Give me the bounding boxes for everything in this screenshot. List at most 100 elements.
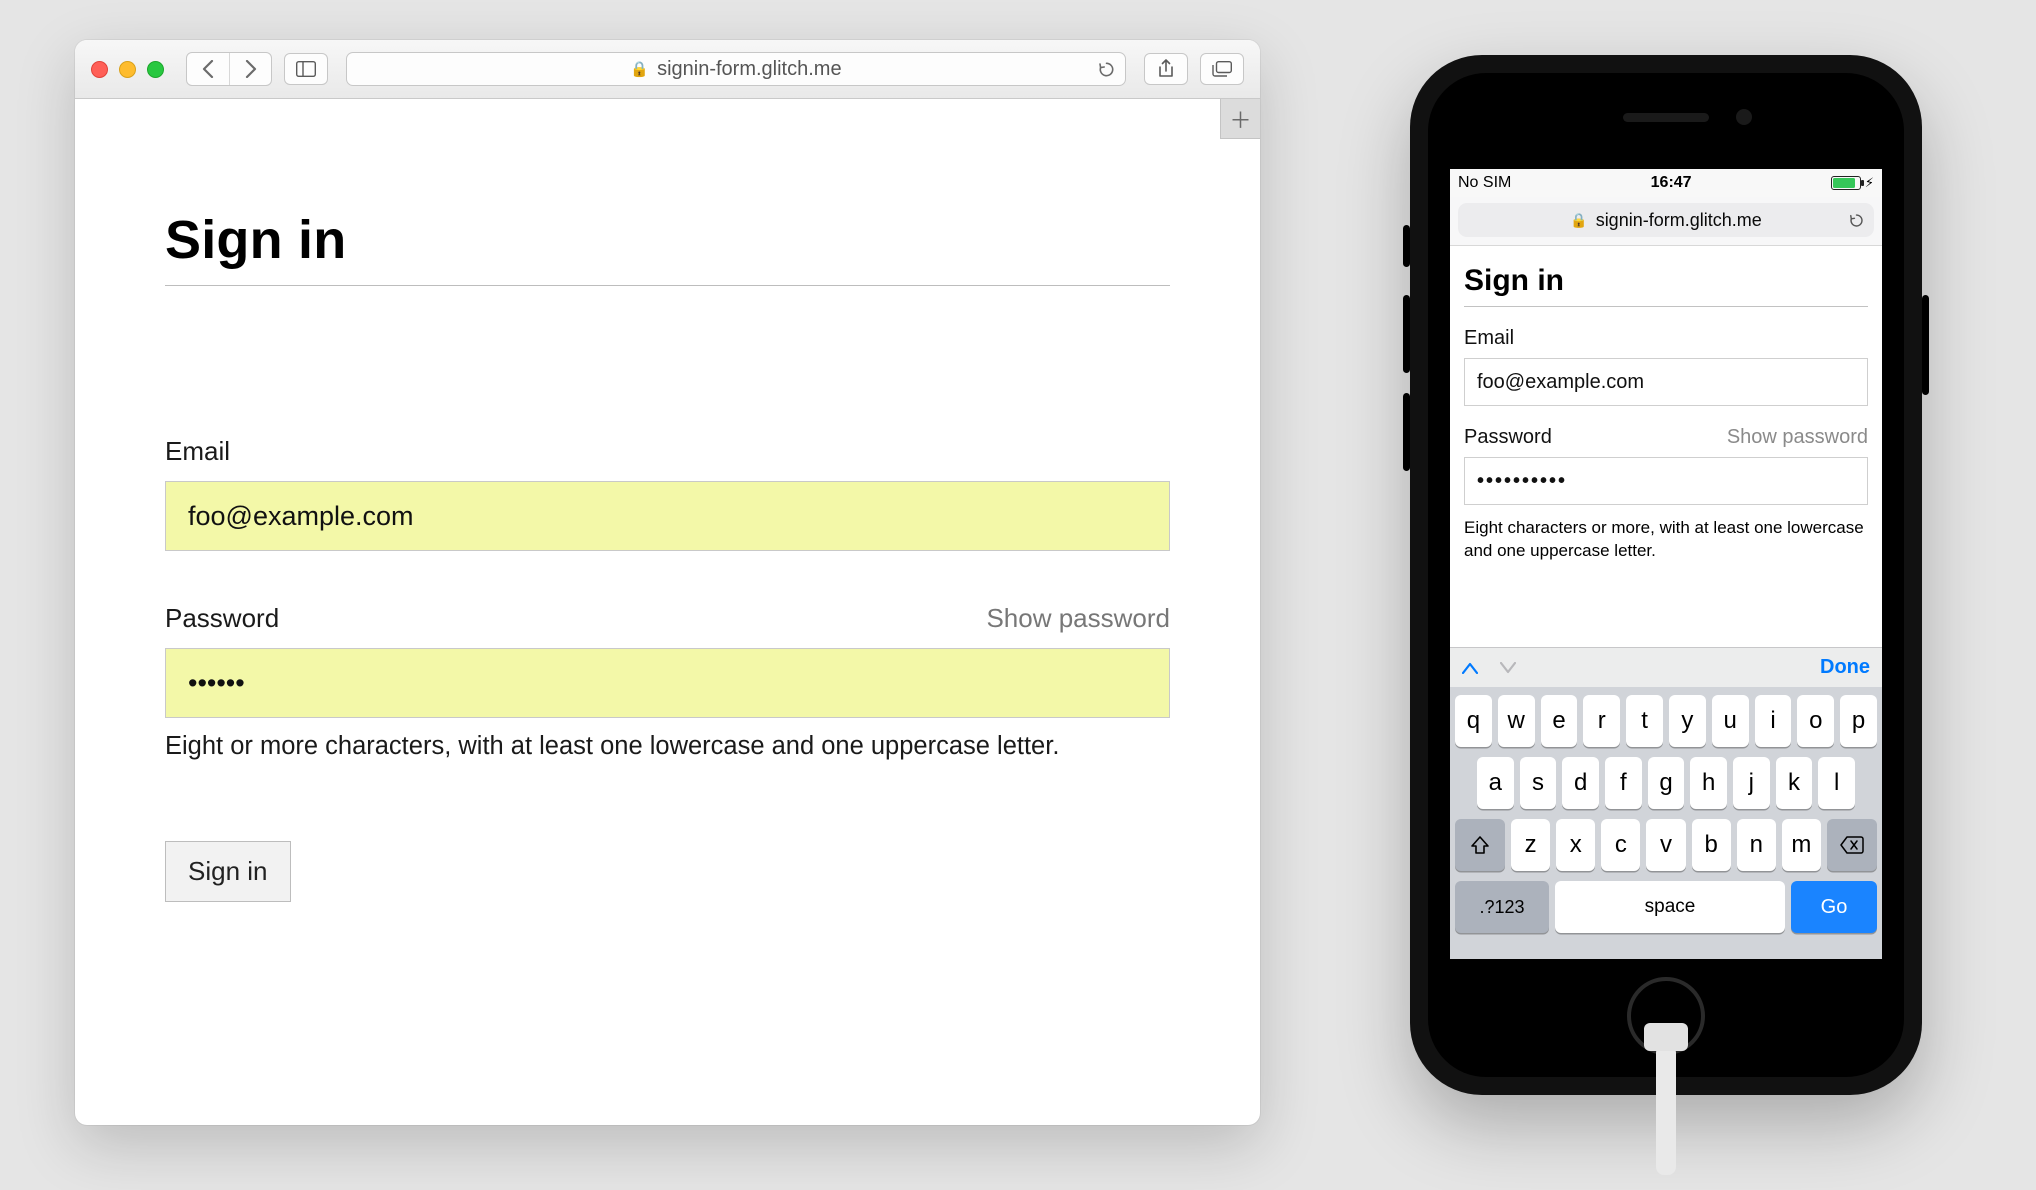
mobile-email-label: Email (1464, 327, 1514, 350)
battery-indicator: ⚡︎ (1831, 175, 1874, 191)
iphone-screen: No SIM 16:47 ⚡︎ 🔒 signin-form.glitch.me … (1450, 169, 1882, 959)
address-bar[interactable]: 🔒 signin-form.glitch.me (346, 52, 1126, 86)
key-c[interactable]: c (1601, 819, 1640, 871)
charging-cable (1656, 1045, 1676, 1175)
mobile-reload-button[interactable] (1849, 213, 1864, 228)
lock-icon: 🔒 (630, 60, 649, 78)
shift-key[interactable] (1455, 819, 1505, 871)
key-k[interactable]: k (1776, 757, 1813, 809)
mobile-title-divider (1464, 306, 1868, 307)
new-tab-button[interactable]: ＋ (1220, 99, 1260, 139)
key-f[interactable]: f (1605, 757, 1642, 809)
clock-text: 16:47 (1651, 174, 1692, 192)
key-g[interactable]: g (1648, 757, 1685, 809)
backspace-key[interactable] (1827, 819, 1877, 871)
key-v[interactable]: v (1646, 819, 1685, 871)
keyboard-space-key[interactable]: space (1555, 881, 1785, 933)
speaker-grille (1623, 113, 1709, 122)
key-l[interactable]: l (1818, 757, 1855, 809)
mobile-password-input[interactable] (1464, 457, 1868, 505)
keyboard-row-bottom: .?123 space Go (1455, 881, 1877, 933)
key-y[interactable]: y (1669, 695, 1706, 747)
email-field-group: Email (165, 436, 1170, 551)
mobile-email-input[interactable] (1464, 358, 1868, 406)
key-t[interactable]: t (1626, 695, 1663, 747)
key-n[interactable]: n (1737, 819, 1776, 871)
key-a[interactable]: a (1477, 757, 1514, 809)
iphone-device: No SIM 16:47 ⚡︎ 🔒 signin-form.glitch.me … (1410, 55, 1922, 1095)
password-input[interactable] (165, 648, 1170, 718)
mobile-address-bar[interactable]: 🔒 signin-form.glitch.me (1458, 203, 1874, 237)
mobile-show-password-toggle[interactable]: Show password (1727, 426, 1868, 449)
signin-form: Email Password Show password Eight or mo… (165, 436, 1170, 902)
keyboard-accessory-bar: Done (1450, 647, 1882, 687)
keyboard-done-button[interactable]: Done (1820, 656, 1870, 679)
keyboard-go-key[interactable]: Go (1791, 881, 1877, 933)
key-q[interactable]: q (1455, 695, 1492, 747)
key-z[interactable]: z (1511, 819, 1550, 871)
ios-keyboard: qwertyuiop asdfghjkl zxcvbnm .?123 space… (1450, 687, 1882, 959)
key-o[interactable]: o (1797, 695, 1834, 747)
signin-button[interactable]: Sign in (165, 841, 291, 902)
mobile-page-content: Sign in Email Password Show password Eig… (1450, 246, 1882, 571)
key-m[interactable]: m (1782, 819, 1821, 871)
mobile-page-title: Sign in (1464, 264, 1868, 298)
key-i[interactable]: i (1755, 695, 1792, 747)
key-e[interactable]: e (1541, 695, 1578, 747)
mobile-password-hint: Eight characters or more, with at least … (1464, 517, 1868, 563)
next-field-button[interactable] (1500, 662, 1516, 674)
volume-down-button (1403, 393, 1410, 471)
mobile-password-label: Password (1464, 426, 1552, 449)
zoom-window-button[interactable] (147, 61, 164, 78)
safari-window: 🔒 signin-form.glitch.me ＋ Sign in Email (75, 40, 1260, 1125)
keyboard-row-2: asdfghjkl (1455, 757, 1877, 809)
title-divider (165, 285, 1170, 286)
close-window-button[interactable] (91, 61, 108, 78)
key-j[interactable]: j (1733, 757, 1770, 809)
status-bar: No SIM 16:47 ⚡︎ (1450, 169, 1882, 197)
keyboard-row-3: zxcvbnm (1455, 819, 1877, 871)
key-u[interactable]: u (1712, 695, 1749, 747)
key-p[interactable]: p (1840, 695, 1877, 747)
key-x[interactable]: x (1556, 819, 1595, 871)
keyboard-row-1: qwertyuiop (1455, 695, 1877, 747)
share-button[interactable] (1144, 53, 1188, 85)
tabs-button[interactable] (1200, 53, 1244, 85)
keyboard-numbers-key[interactable]: .?123 (1455, 881, 1549, 933)
mobile-email-field-group: Email (1464, 327, 1868, 406)
battery-icon (1831, 176, 1861, 190)
window-controls (91, 61, 164, 78)
email-input[interactable] (165, 481, 1170, 551)
volume-up-button (1403, 295, 1410, 373)
safari-toolbar: 🔒 signin-form.glitch.me (75, 40, 1260, 99)
key-w[interactable]: w (1498, 695, 1535, 747)
charging-icon: ⚡︎ (1865, 175, 1874, 191)
page-title: Sign in (165, 209, 1170, 271)
key-r[interactable]: r (1583, 695, 1620, 747)
minimize-window-button[interactable] (119, 61, 136, 78)
password-field-group: Password Show password Eight or more cha… (165, 603, 1170, 761)
carrier-text: No SIM (1458, 174, 1511, 192)
forward-button[interactable] (229, 53, 271, 85)
mobile-url-text: signin-form.glitch.me (1596, 210, 1762, 231)
key-h[interactable]: h (1690, 757, 1727, 809)
lock-icon: 🔒 (1570, 212, 1587, 229)
url-text: signin-form.glitch.me (657, 58, 842, 81)
mobile-password-field-group: Password Show password Eight characters … (1464, 426, 1868, 563)
sidebar-button[interactable] (284, 53, 328, 85)
show-password-toggle[interactable]: Show password (986, 603, 1170, 634)
password-label: Password (165, 603, 279, 634)
email-label: Email (165, 436, 230, 467)
power-button (1922, 295, 1929, 395)
reload-button[interactable] (1098, 61, 1115, 78)
back-button[interactable] (187, 53, 229, 85)
iphone-bezel: No SIM 16:47 ⚡︎ 🔒 signin-form.glitch.me … (1428, 73, 1904, 1077)
page-content: Sign in Email Password Show password Eig… (75, 99, 1260, 942)
key-b[interactable]: b (1692, 819, 1731, 871)
nav-back-forward-group (186, 52, 272, 86)
key-s[interactable]: s (1520, 757, 1557, 809)
front-camera (1736, 109, 1752, 125)
key-d[interactable]: d (1562, 757, 1599, 809)
password-hint: Eight or more characters, with at least … (165, 732, 1170, 761)
prev-field-button[interactable] (1462, 662, 1478, 674)
